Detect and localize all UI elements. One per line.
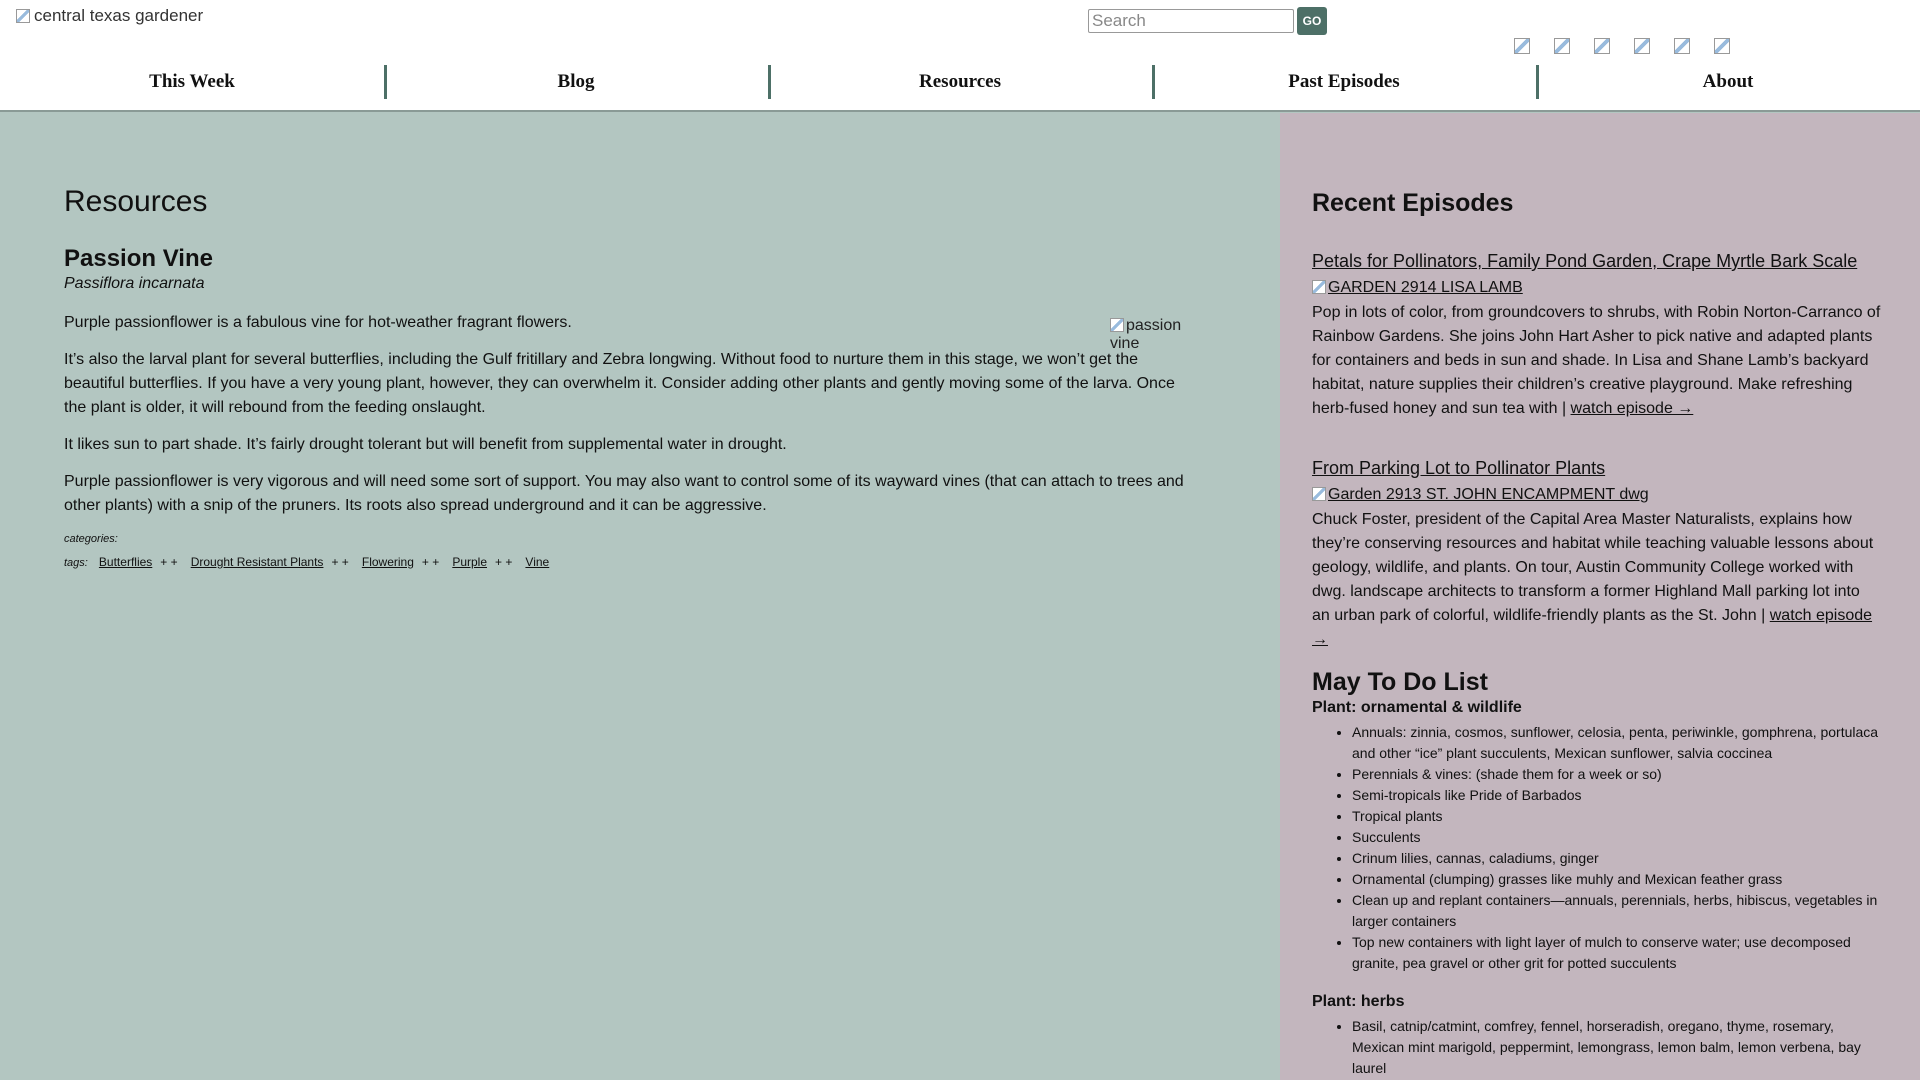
episode-title-link[interactable]: Petals for Pollinators, Family Pond Gard… <box>1312 249 1882 273</box>
social-links <box>1514 38 1732 54</box>
todo-item: Basil, catnip/catmint, comfrey, fennel, … <box>1352 1016 1882 1079</box>
tag-add-icon[interactable]: + + <box>331 555 348 569</box>
plant-latin-name: Passiflora incarnata <box>64 275 205 292</box>
sidebar: Recent Episodes Petals for Pollinators, … <box>1280 113 1920 1080</box>
todo-title: May To Do List <box>1312 668 1488 696</box>
categories-label: categories: <box>64 533 118 545</box>
search-go-button[interactable]: GO <box>1297 7 1327 35</box>
todo-section-heading: Plant: herbs <box>1312 993 1405 1010</box>
todo-item: Ornamental (clumping) grasses like muhly… <box>1352 869 1882 890</box>
recent-episodes-title: Recent Episodes <box>1312 189 1514 217</box>
episode-item: From Parking Lot to Pollinator Plants Ga… <box>1312 456 1882 652</box>
site-logo[interactable]: central texas gardener <box>16 6 203 26</box>
tags-label: tags: <box>64 557 88 569</box>
tag-add-icon[interactable]: + + <box>422 555 439 569</box>
tag-butterflies[interactable]: Butterflies <box>99 555 152 569</box>
email-icon[interactable] <box>1714 38 1730 54</box>
tag-vine[interactable]: Vine <box>525 555 549 569</box>
post-meta: categories: tags: Butterflies + + Drought… <box>64 533 549 569</box>
todo-items: Basil, catnip/catmint, comfrey, fennel, … <box>1312 1016 1882 1079</box>
tag-purple[interactable]: Purple <box>452 555 487 569</box>
broken-image-icon <box>16 9 30 23</box>
todo-section-heading: Plant: ornamental & wildlife <box>1312 699 1522 716</box>
paragraph: It’s also the larval plant for several b… <box>64 351 1175 416</box>
search-input[interactable] <box>1088 9 1294 33</box>
plant-name: Passion Vine <box>64 245 213 272</box>
episode-description: Pop in lots of color, from groundcovers … <box>1312 301 1882 421</box>
broken-image-icon <box>1312 487 1326 501</box>
episode-item: Petals for Pollinators, Family Pond Gard… <box>1312 249 1882 421</box>
todo-list: May To Do List Plant: ornamental & wildl… <box>1312 666 1882 1079</box>
paragraph: It likes sun to part shade. It’s fairly … <box>64 436 787 453</box>
main-nav: This Week Blog Resources Past Episodes A… <box>0 62 1920 102</box>
todo-item: Crinum lilies, cannas, caladiums, ginger <box>1352 848 1882 869</box>
page-title: Resources <box>64 185 208 218</box>
todo-item: Clean up and replant containers—annuals,… <box>1352 890 1882 932</box>
tag-flowering[interactable]: Flowering <box>362 555 414 569</box>
episode-image[interactable]: Garden 2913 ST. JOHN ENCAMPMENT dwg <box>1312 484 1882 506</box>
twitter-icon[interactable] <box>1554 38 1570 54</box>
episode-image[interactable]: GARDEN 2914 LISA LAMB <box>1312 277 1882 299</box>
paragraph: Purple passionflower is a fabulous vine … <box>64 314 572 331</box>
logo-alt-text: central texas gardener <box>34 6 204 25</box>
instagram-icon[interactable] <box>1594 38 1610 54</box>
paragraph: Purple passionflower is very vigorous an… <box>64 473 1184 514</box>
site-header: central texas gardener GO This Week Blog… <box>0 0 1920 112</box>
episode-description: Chuck Foster, president of the Capital A… <box>1312 508 1882 652</box>
episode-title-link[interactable]: From Parking Lot to Pollinator Plants <box>1312 456 1882 480</box>
episode-image-alt: Garden 2913 ST. JOHN ENCAMPMENT dwg <box>1328 486 1649 503</box>
todo-item: Semi-tropicals like Pride of Barbados <box>1352 785 1882 806</box>
plant-description: Purple passionflower is a fabulous vine … <box>64 311 1194 531</box>
nav-resources[interactable]: Resources <box>768 62 1152 102</box>
facebook-icon[interactable] <box>1514 38 1530 54</box>
broken-image-icon <box>1312 280 1326 294</box>
todo-items: Annuals: zinnia, cosmos, sunflower, celo… <box>1312 722 1882 974</box>
nav-about[interactable]: About <box>1536 62 1920 102</box>
episode-image-alt: GARDEN 2914 LISA LAMB <box>1328 279 1523 296</box>
pinterest-icon[interactable] <box>1674 38 1690 54</box>
todo-item: Top new containers with light layer of m… <box>1352 932 1882 974</box>
tag-drought-resistant-plants[interactable]: Drought Resistant Plants <box>191 555 324 569</box>
todo-item: Annuals: zinnia, cosmos, sunflower, celo… <box>1352 722 1882 764</box>
todo-item: Perennials & vines: (shade them for a we… <box>1352 764 1882 785</box>
search-form: GO <box>1088 7 1327 35</box>
nav-past-episodes[interactable]: Past Episodes <box>1152 62 1536 102</box>
tag-add-icon[interactable]: + + <box>495 555 512 569</box>
watch-episode-link[interactable]: watch episode → <box>1571 400 1694 417</box>
todo-item: Succulents <box>1352 827 1882 848</box>
youtube-icon[interactable] <box>1634 38 1650 54</box>
nav-this-week[interactable]: This Week <box>0 62 384 102</box>
tag-add-icon[interactable]: + + <box>160 555 177 569</box>
todo-item: Tropical plants <box>1352 806 1882 827</box>
nav-blog[interactable]: Blog <box>384 62 768 102</box>
